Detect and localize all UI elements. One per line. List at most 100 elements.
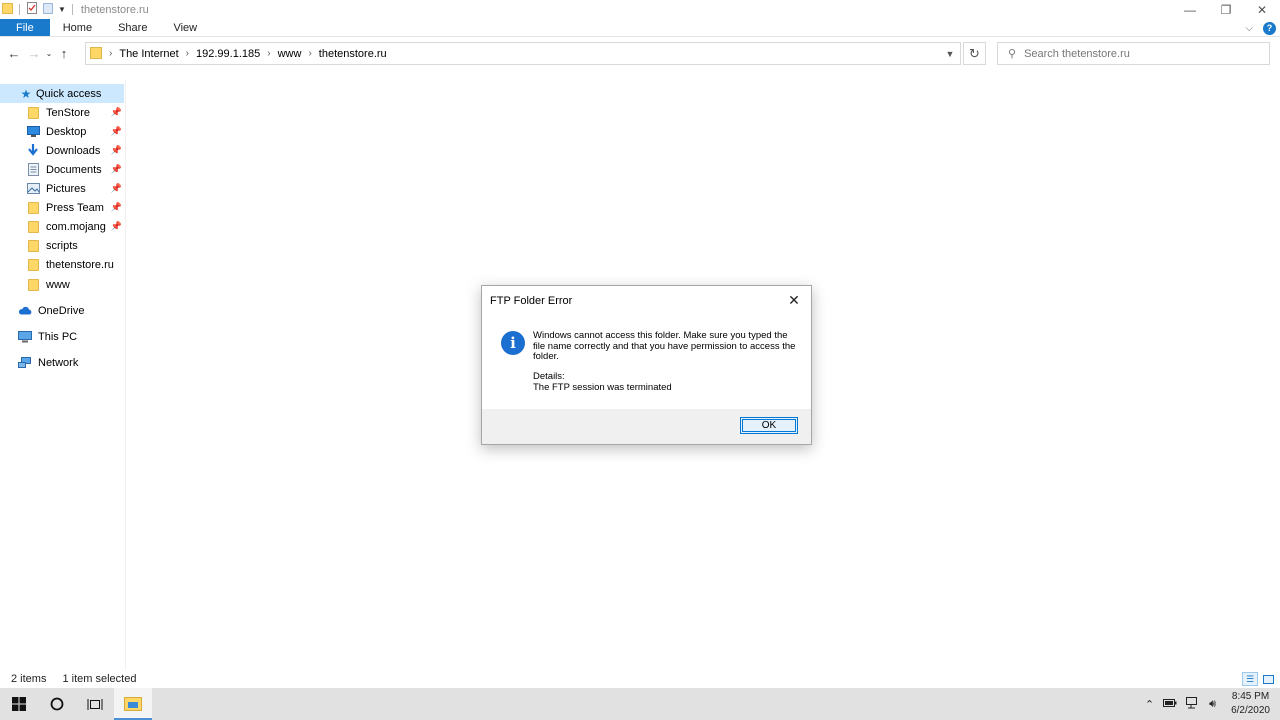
- network-tray-icon[interactable]: [1186, 696, 1200, 712]
- restore-button[interactable]: ❐: [1208, 0, 1244, 19]
- address-bar[interactable]: › The Internet › 192.99.1.185 › www › th…: [85, 42, 961, 65]
- refresh-button[interactable]: ↻: [963, 42, 986, 65]
- sidebar-item-label: thetenstore.ru: [46, 258, 114, 271]
- file-explorer-icon: [124, 696, 142, 711]
- show-hidden-icons-icon[interactable]: ⌃: [1145, 698, 1154, 711]
- star-icon: ★: [20, 86, 32, 101]
- breadcrumb-www[interactable]: www: [278, 48, 302, 60]
- sidebar-item-desktop[interactable]: Desktop 📌: [0, 122, 124, 141]
- tab-home[interactable]: Home: [50, 19, 105, 36]
- tab-file[interactable]: File: [0, 19, 50, 36]
- desktop-icon: [26, 125, 40, 139]
- sidebar-item-pictures[interactable]: Pictures 📌: [0, 179, 124, 198]
- sidebar-item-documents[interactable]: Documents 📌: [0, 160, 124, 179]
- chevron-right-icon[interactable]: ›: [308, 48, 311, 59]
- sidebar-item-www[interactable]: www: [0, 275, 124, 294]
- back-arrow-icon[interactable]: ←: [4, 44, 24, 64]
- sidebar-item-label: This PC: [38, 330, 78, 343]
- breadcrumb-the-internet[interactable]: The Internet: [119, 48, 178, 60]
- toolbar-separator: [19, 4, 20, 15]
- details-view-icon[interactable]: ☰: [1242, 672, 1258, 686]
- folder-icon: [26, 201, 40, 215]
- status-bar: 2 items 1 item selected ☰: [0, 670, 1280, 688]
- details-text: The FTP session was terminated: [533, 381, 672, 393]
- help-icon[interactable]: ?: [1263, 21, 1276, 35]
- clock[interactable]: 8:45 PM 6/2/2020: [1231, 690, 1270, 718]
- download-icon: [26, 144, 40, 158]
- clock-date: 6/2/2020: [1231, 705, 1270, 716]
- close-icon: ✕: [788, 291, 800, 308]
- sidebar-item-label: Press Team: [46, 201, 104, 214]
- sidebar-item-network[interactable]: Network: [0, 353, 124, 372]
- sidebar-item-label: Quick access: [36, 87, 102, 100]
- sidebar-item-thetenstore[interactable]: thetenstore.ru: [0, 255, 124, 274]
- file-explorer-taskbar-button[interactable]: [114, 688, 152, 720]
- network-icon: [18, 356, 32, 370]
- clock-time: 8:45 PM: [1231, 691, 1270, 702]
- sidebar-item-com-mojang[interactable]: com.mojang 📌: [0, 217, 124, 236]
- expand-ribbon-icon[interactable]: ⌵: [1245, 23, 1253, 34]
- chevron-right-icon[interactable]: ›: [267, 48, 270, 59]
- chevron-down-icon[interactable]: ▼: [942, 46, 958, 62]
- sidebar-item-label: Documents: [46, 163, 102, 176]
- toolbar-separator: [71, 4, 73, 15]
- sidebar-item-downloads[interactable]: Downloads 📌: [0, 141, 124, 160]
- dialog-footer: OK: [482, 409, 811, 444]
- folder-icon: [26, 278, 40, 292]
- search-button[interactable]: [38, 688, 76, 720]
- view-buttons: ☰: [1242, 670, 1276, 688]
- sidebar-item-label: Pictures: [46, 182, 86, 195]
- sidebar-item-onedrive[interactable]: OneDrive: [0, 301, 124, 320]
- battery-icon[interactable]: [1163, 698, 1177, 710]
- sidebar-item-scripts[interactable]: scripts: [0, 236, 124, 255]
- large-icons-view-icon[interactable]: [1260, 672, 1276, 686]
- start-button[interactable]: [0, 688, 38, 720]
- info-icon: i: [501, 331, 525, 355]
- sidebar-item-label: Desktop: [46, 125, 87, 138]
- new-folder-icon[interactable]: [42, 2, 54, 17]
- sidebar-item-label: scripts: [46, 239, 78, 252]
- close-button[interactable]: ✕: [1244, 0, 1280, 19]
- navigation-pane: ★ Quick access TenStore 📌 Desktop 📌 Down…: [0, 80, 126, 670]
- dialog-title: FTP Folder Error: [490, 295, 573, 307]
- documents-icon: [26, 163, 40, 177]
- pin-icon: 📌: [110, 221, 122, 231]
- dialog-close-button[interactable]: ✕: [783, 290, 805, 310]
- cortana-circle-icon: [50, 697, 64, 711]
- folder-icon: [26, 106, 40, 120]
- breadcrumb-ip[interactable]: 192.99.1.185: [196, 48, 260, 60]
- pin-icon: 📌: [110, 202, 122, 212]
- sidebar-item-quick-access[interactable]: ★ Quick access: [0, 84, 124, 103]
- sidebar-item-this-pc[interactable]: This PC: [0, 327, 124, 346]
- sidebar-item-tenstore[interactable]: TenStore 📌: [0, 103, 124, 122]
- task-view-button[interactable]: [76, 688, 114, 720]
- windows-logo-icon: [12, 697, 26, 711]
- sidebar-item-label: Network: [38, 356, 79, 369]
- chevron-right-icon[interactable]: ›: [186, 48, 189, 59]
- pin-icon: 📌: [110, 107, 122, 117]
- customize-toolbar-icon[interactable]: ▼: [58, 5, 66, 14]
- folder-icon: [26, 220, 40, 234]
- forward-arrow-icon[interactable]: →: [24, 44, 44, 64]
- navigation-row: ← → ⌄ ↑ › The Internet › 192.99.1.185 › …: [0, 37, 1280, 70]
- tab-view[interactable]: View: [160, 19, 210, 36]
- sidebar-item-press-team[interactable]: Press Team 📌: [0, 198, 124, 217]
- breadcrumb-thetenstore[interactable]: thetenstore.ru: [319, 48, 387, 60]
- pin-icon: 📌: [110, 126, 122, 136]
- folder-icon: [26, 239, 40, 253]
- chevron-right-icon: ›: [109, 48, 113, 59]
- details-label: Details:: [533, 371, 565, 382]
- task-view-icon: [87, 698, 103, 710]
- search-input[interactable]: ⚲ Search thetenstore.ru: [997, 42, 1270, 65]
- folder-icon: [2, 2, 13, 17]
- pin-icon: 📌: [110, 164, 122, 174]
- up-arrow-icon[interactable]: ↑: [54, 44, 74, 64]
- volume-icon[interactable]: 🔊︎: [1209, 698, 1216, 711]
- sidebar-item-label: Downloads: [46, 144, 101, 157]
- properties-icon[interactable]: [26, 2, 38, 17]
- tab-share[interactable]: Share: [105, 19, 160, 36]
- recent-locations-icon[interactable]: ⌄: [44, 44, 54, 64]
- folder-icon: [90, 46, 102, 62]
- minimize-button[interactable]: —: [1172, 0, 1208, 19]
- ok-button[interactable]: OK: [740, 417, 798, 434]
